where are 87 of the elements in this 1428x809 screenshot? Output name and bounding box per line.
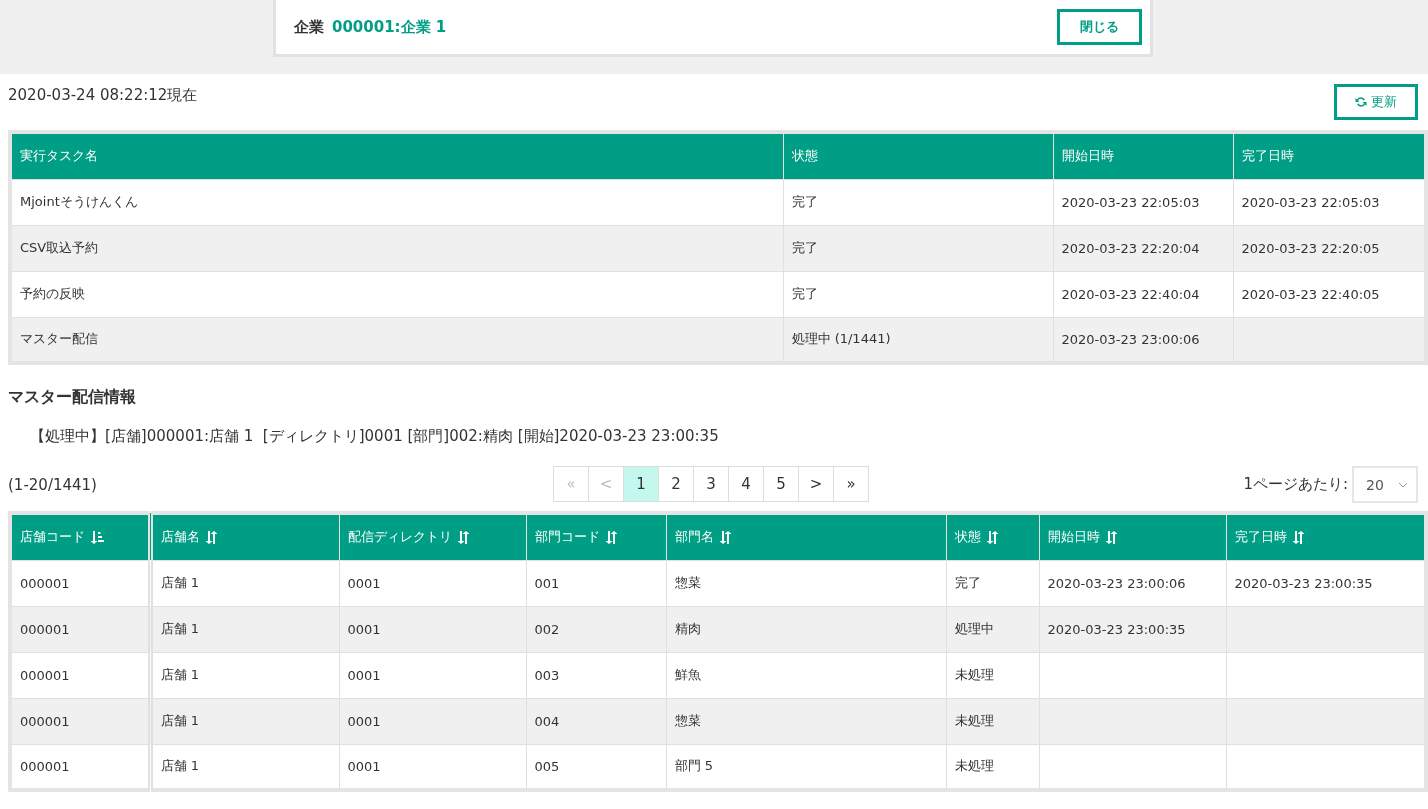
table-cell: 004	[526, 698, 666, 744]
column-header[interactable]: 部門名	[666, 513, 946, 560]
table-cell: 2020-03-23 22:40:05	[1233, 271, 1426, 317]
table-cell: 000001	[10, 606, 150, 652]
table-cell: 惣菜	[666, 698, 946, 744]
table-cell: 完了	[783, 271, 1053, 317]
table-cell: 部門 5	[666, 744, 946, 790]
column-header: 開始日時	[1053, 132, 1233, 179]
table-cell: 000001	[10, 560, 150, 606]
table-cell: 予約の反映	[10, 271, 783, 317]
column-header[interactable]: 店舗コード	[10, 513, 150, 560]
column-header[interactable]: 完了日時	[1226, 513, 1426, 560]
table-cell: 2020-03-23 22:20:04	[1053, 225, 1233, 271]
per-page-select[interactable]: 20	[1352, 466, 1418, 503]
chevron-down-icon	[1398, 481, 1408, 488]
column-header: 完了日時	[1233, 132, 1426, 179]
sort-icon[interactable]	[204, 530, 218, 544]
table-cell: 完了	[783, 179, 1053, 225]
page-button[interactable]: 3	[693, 466, 729, 502]
table-cell: 完了	[783, 225, 1053, 271]
table-cell: 0001	[339, 744, 526, 790]
company-name: 000001:企業 1	[332, 17, 447, 37]
table-cell: 2020-03-23 23:00:06	[1039, 560, 1226, 606]
table-cell: 店舗 1	[150, 744, 339, 790]
table-cell: 000001	[10, 652, 150, 698]
column-header[interactable]: 部門コード	[526, 513, 666, 560]
sort-icon[interactable]	[985, 530, 999, 544]
table-cell: 0001	[339, 560, 526, 606]
company-label: 企業	[294, 17, 324, 37]
table-cell: 0001	[339, 698, 526, 744]
table-cell: 完了	[946, 560, 1039, 606]
table-cell: 005	[526, 744, 666, 790]
table-cell: 2020-03-23 22:05:03	[1233, 179, 1426, 225]
sort-icon[interactable]	[718, 530, 732, 544]
table-cell: 2020-03-23 22:40:04	[1053, 271, 1233, 317]
table-cell: 店舗 1	[150, 560, 339, 606]
table-cell: 未処理	[946, 698, 1039, 744]
table-cell: 2020-03-23 23:00:06	[1053, 317, 1233, 363]
table-cell: 鮮魚	[666, 652, 946, 698]
table-cell: 2020-03-23 23:00:35	[1039, 606, 1226, 652]
table-cell: 000001	[10, 698, 150, 744]
table-cell: 店舗 1	[150, 698, 339, 744]
column-header[interactable]: 配信ディレクトリ	[339, 513, 526, 560]
sort-icon[interactable]	[604, 530, 618, 544]
table-cell: 店舗 1	[150, 606, 339, 652]
page-button[interactable]: »	[833, 466, 869, 502]
page-button[interactable]: 4	[728, 466, 764, 502]
table-cell: Mjointそうけんくん	[10, 179, 783, 225]
table-cell: マスター配信	[10, 317, 783, 363]
close-button[interactable]: 閉じる	[1057, 9, 1142, 45]
per-page-label: 1ページあたり:	[1243, 475, 1348, 494]
column-header[interactable]: 開始日時	[1039, 513, 1226, 560]
refresh-icon	[1355, 96, 1367, 108]
refresh-button[interactable]: 更新	[1334, 84, 1418, 120]
column-header: 実行タスク名	[10, 132, 783, 179]
page-button[interactable]: 2	[658, 466, 694, 502]
table-cell: CSV取込予約	[10, 225, 783, 271]
table-cell: 000001	[10, 744, 150, 790]
status-message: 【処理中】[店舗]000001:店舗 1 [ディレクトリ]0001 [部門]002:精肉 [開始]2020-03-23 23:00:35	[30, 427, 720, 446]
table-cell: 0001	[339, 606, 526, 652]
table-cell: 店舗 1	[150, 652, 339, 698]
table-cell: 0001	[339, 652, 526, 698]
table-cell: 001	[526, 560, 666, 606]
table-cell: 処理中	[946, 606, 1039, 652]
page-button[interactable]: 1	[623, 466, 659, 502]
column-header[interactable]: 状態	[946, 513, 1039, 560]
column-header: 状態	[783, 132, 1053, 179]
table-cell: 未処理	[946, 744, 1039, 790]
record-range: (1-20/1441)	[8, 475, 97, 494]
table-cell: 精肉	[666, 606, 946, 652]
table-cell: 2020-03-23 23:00:35	[1226, 560, 1426, 606]
sort-icon[interactable]	[1104, 530, 1118, 544]
table-cell: 002	[526, 606, 666, 652]
section-title: マスター配信情報	[8, 387, 137, 408]
sort-icon[interactable]	[1291, 530, 1305, 544]
timestamp: 2020-03-24 08:22:12現在	[8, 86, 198, 105]
page-button[interactable]: >	[798, 466, 834, 502]
table-cell: 003	[526, 652, 666, 698]
page-button[interactable]: 5	[763, 466, 799, 502]
sort-icon[interactable]	[456, 530, 470, 544]
table-cell: 処理中 (1/1441)	[783, 317, 1053, 363]
column-header[interactable]: 店舗名	[150, 513, 339, 560]
table-cell: 惣菜	[666, 560, 946, 606]
sort-ascending-icon[interactable]	[90, 530, 104, 544]
table-cell: 未処理	[946, 652, 1039, 698]
table-cell: 2020-03-23 22:05:03	[1053, 179, 1233, 225]
table-cell: 2020-03-23 22:20:05	[1233, 225, 1426, 271]
